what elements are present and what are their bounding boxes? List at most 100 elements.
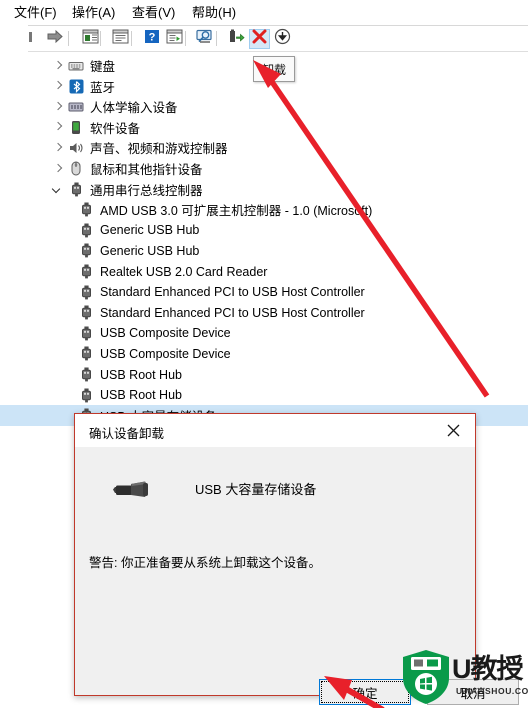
toolbar-separator — [216, 31, 217, 46]
dialog-title: 确认设备卸载 — [89, 427, 165, 441]
ok-button[interactable]: 确定 — [319, 679, 411, 705]
chevron-right-icon[interactable] — [52, 121, 64, 133]
tree-item-label: 键盘 — [90, 60, 116, 74]
console-tree-icon — [82, 29, 99, 49]
chevron-down-icon[interactable] — [52, 183, 64, 195]
tree-item[interactable]: USB Composite Device — [0, 323, 528, 344]
tree-item[interactable]: USB Root Hub — [0, 385, 528, 406]
tree-item[interactable]: Standard Enhanced PCI to USB Host Contro… — [0, 302, 528, 323]
down-arrow-circle-icon — [274, 28, 291, 50]
properties-window-icon — [112, 29, 129, 49]
chevron-right-icon[interactable] — [52, 60, 64, 72]
tree-item-label: 软件设备 — [90, 121, 141, 136]
tree-item-label: 人体学输入设备 — [90, 101, 178, 116]
device-manager-window: 文件(F) 操作(A) 查看(V) 帮助(H) ? 键盘 蓝牙 人体学输入设备 … — [0, 0, 528, 708]
keyboard-icon — [68, 58, 84, 74]
tree-item-label: USB Composite Device — [100, 346, 231, 361]
usb-device-icon — [78, 264, 94, 280]
help-button[interactable]: ? — [141, 29, 162, 49]
svg-text:?: ? — [148, 32, 155, 44]
shield-logo-icon — [403, 650, 449, 704]
hid-icon — [68, 99, 84, 115]
usb-device-icon — [78, 325, 94, 341]
speaker-icon — [68, 140, 84, 156]
tree-item[interactable]: Standard Enhanced PCI to USB Host Contro… — [0, 282, 528, 303]
device-tree[interactable]: 键盘蓝牙人体学输入设备 软件设备声音、视频和游戏控制器 鼠标和其他指针设备 通用串行总… — [0, 55, 528, 427]
uninstall-tooltip: 卸载 — [253, 56, 295, 82]
watermark-domain: UJIAOSHOU.COM — [456, 686, 528, 696]
tree-item[interactable]: 软件设备 — [0, 117, 528, 138]
tree-item-label: 通用串行总线控制器 — [90, 183, 203, 198]
tree-item-label: USB Composite Device — [100, 326, 231, 341]
usb-device-icon — [78, 202, 94, 218]
tree-item-label: USB Root Hub — [100, 367, 182, 382]
dialog-device-name: USB 大容量存储设备 — [195, 482, 317, 497]
usb-device-icon — [78, 346, 94, 362]
menu-view-label: 查看(V) — [132, 5, 176, 20]
usb-device-icon — [78, 367, 94, 383]
driver-update-icon — [166, 29, 183, 49]
tree-item-label: Realtek USB 2.0 Card Reader — [100, 264, 268, 279]
enable-device-icon — [228, 29, 245, 50]
usb-device-icon — [78, 284, 94, 300]
tree-item[interactable]: AMD USB 3.0 可扩展主机控制器 - 1.0 (Microsoft) — [0, 199, 528, 220]
forward-arrow-icon — [46, 29, 64, 49]
watermark-brand: U教授 — [452, 654, 523, 684]
toolbar-separator — [68, 31, 69, 46]
menu-help[interactable]: 帮助(H) — [192, 5, 236, 21]
usb-icon — [68, 181, 84, 197]
chevron-right-icon[interactable] — [52, 163, 64, 175]
usb-plug-icon — [109, 475, 155, 505]
back-button[interactable] — [24, 29, 45, 49]
watermark: U教授 UJIAOSHOU.COM — [400, 648, 528, 708]
show-hide-console-tree-button[interactable] — [80, 29, 101, 49]
tree-item[interactable]: USB Composite Device — [0, 343, 528, 364]
help-question-icon: ? — [144, 29, 160, 49]
tree-item[interactable]: USB Root Hub — [0, 364, 528, 385]
dialog-titlebar: 确认设备卸载 — [75, 414, 475, 448]
tree-item[interactable]: 通用串行总线控制器 — [0, 179, 528, 200]
tree-item-label: Generic USB Hub — [100, 223, 200, 238]
chevron-right-icon[interactable] — [52, 142, 64, 154]
update-driver-button[interactable] — [164, 29, 185, 49]
tree-item-label: 鼠标和其他指针设备 — [90, 163, 203, 177]
forward-button[interactable] — [44, 29, 65, 49]
tree-item-label: Standard Enhanced PCI to USB Host Contro… — [100, 305, 365, 320]
tree-item-label: 蓝牙 — [90, 80, 116, 95]
tooltip-label: 卸载 — [261, 62, 286, 77]
scan-hardware-changes-button[interactable] — [194, 29, 215, 49]
uninstall-device-button[interactable] — [249, 29, 270, 49]
dialog-warning-text: 警告: 你正准备要从系统上卸载这个设备。 — [89, 556, 321, 570]
tree-item[interactable]: 鼠标和其他指针设备 — [0, 158, 528, 179]
back-arrow-icon — [27, 30, 43, 49]
monitor-scan-icon — [195, 29, 214, 50]
tree-item[interactable]: 人体学输入设备 — [0, 96, 528, 117]
mouse-icon — [68, 161, 84, 177]
chevron-right-icon[interactable] — [52, 101, 64, 113]
tree-item[interactable]: 声音、视频和游戏控制器 — [0, 137, 528, 158]
tree-item[interactable]: Generic USB Hub — [0, 220, 528, 241]
bluetooth-icon — [68, 78, 84, 94]
usb-device-icon — [78, 222, 94, 238]
menu-bar: 文件(F) 操作(A) 查看(V) 帮助(H) — [0, 0, 528, 26]
menu-file[interactable]: 文件(F) — [14, 5, 57, 21]
toolbar-separator — [131, 31, 132, 46]
menu-action[interactable]: 操作(A) — [72, 5, 115, 21]
chevron-right-icon[interactable] — [52, 80, 64, 92]
usb-device-icon — [78, 387, 94, 403]
menu-view[interactable]: 查看(V) — [132, 5, 175, 21]
menu-action-label: 操作(A) — [72, 5, 116, 20]
tree-item-label: AMD USB 3.0 可扩展主机控制器 - 1.0 (Microsoft) — [100, 204, 373, 219]
toolbar-separator — [100, 31, 101, 46]
tree-item-label: Generic USB Hub — [100, 243, 200, 258]
tree-item[interactable]: Realtek USB 2.0 Card Reader — [0, 261, 528, 282]
toolbar-separator — [185, 31, 186, 46]
tree-item-label: 声音、视频和游戏控制器 — [90, 142, 228, 157]
close-icon[interactable] — [431, 414, 475, 446]
tree-item-label: USB Root Hub — [100, 388, 182, 403]
tree-item[interactable]: Generic USB Hub — [0, 240, 528, 261]
menu-help-label: 帮助(H) — [192, 5, 237, 20]
properties-button[interactable] — [110, 29, 131, 49]
enable-device-button[interactable] — [226, 29, 247, 49]
disable-device-button[interactable] — [272, 28, 293, 50]
